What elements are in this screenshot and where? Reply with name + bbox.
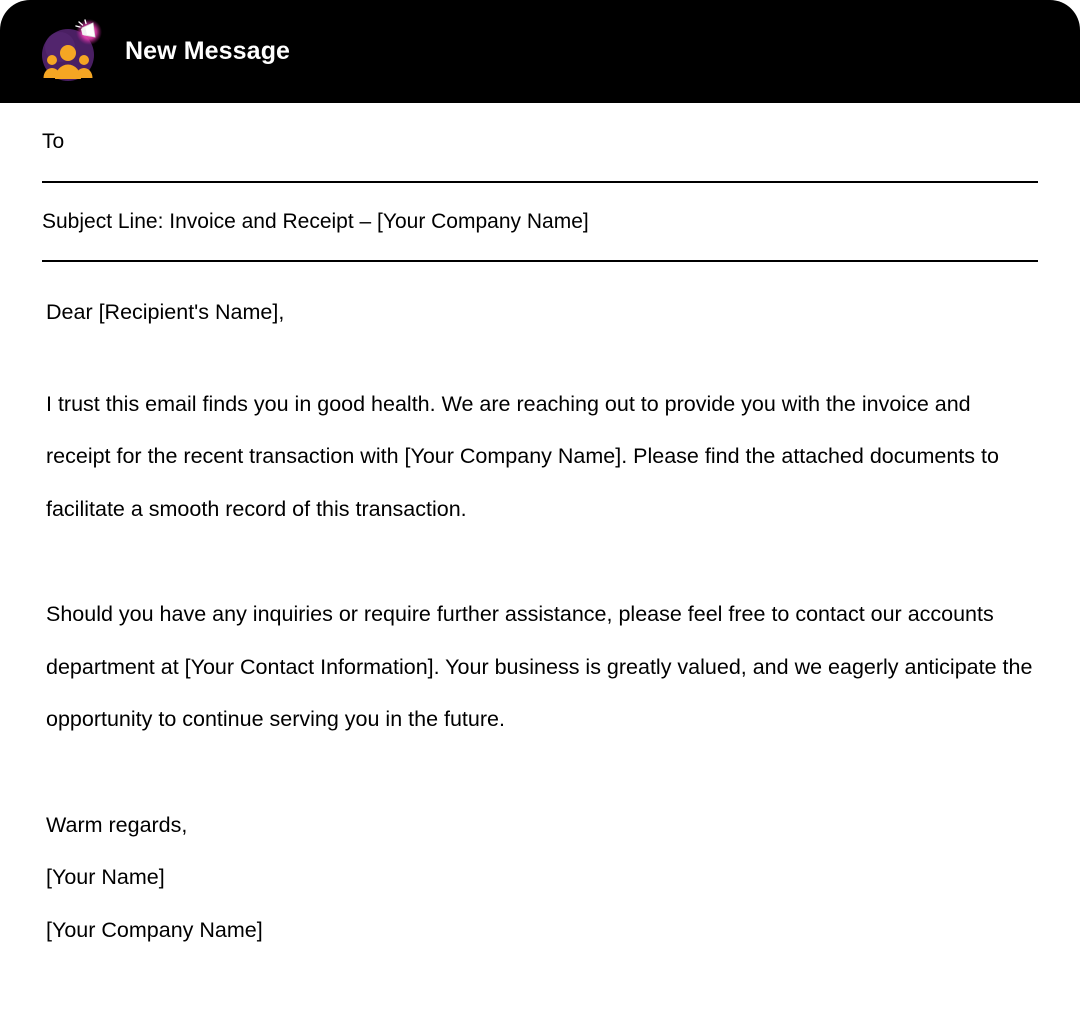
salutation-line: Dear [Recipient's Name], xyxy=(46,300,285,324)
signature-closing: Warm regards, xyxy=(46,812,188,837)
body-paragraph-2: Should you have any inquiries or require… xyxy=(46,602,1033,731)
signature-company: [Your Company Name] xyxy=(46,917,263,942)
to-field-row[interactable]: To xyxy=(42,103,1038,183)
new-message-window: New Message To Subject Line: Invoice and… xyxy=(0,0,1080,1029)
app-header: New Message xyxy=(0,0,1080,103)
body-paragraph-1: I trust this email finds you in good hea… xyxy=(46,391,999,521)
to-label[interactable]: To xyxy=(42,129,64,154)
page-title: New Message xyxy=(125,37,291,65)
signature-block: Warm regards, [Your Name] [Your Company … xyxy=(46,799,1034,957)
message-body[interactable]: Dear [Recipient's Name], I trust this em… xyxy=(0,282,1080,956)
subject-field-row[interactable]: Subject Line: Invoice and Receipt – [You… xyxy=(42,183,1038,262)
compose-fields: To Subject Line: Invoice and Receipt – [… xyxy=(0,103,1080,262)
subject-input[interactable]: Subject Line: Invoice and Receipt – [You… xyxy=(42,209,589,234)
community-megaphone-logo-icon xyxy=(38,18,104,85)
signature-name: [Your Name] xyxy=(46,865,165,889)
